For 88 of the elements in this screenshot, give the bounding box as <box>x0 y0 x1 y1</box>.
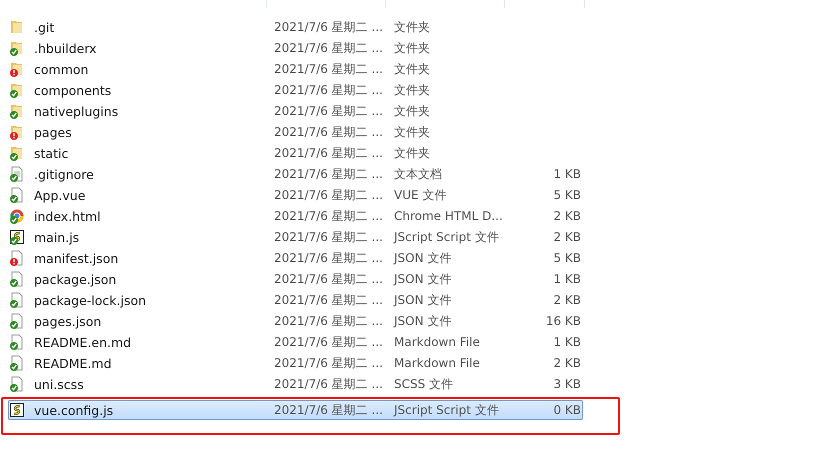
file-size: 2 KB <box>553 356 581 370</box>
file-size: 2 KB <box>553 230 581 244</box>
file-row[interactable]: nativeplugins 2021/7/6 星期二 ... 文件夹 <box>8 101 583 121</box>
file-row[interactable]: README.en.md 2021/7/6 星期二 ... Markdown File 1 KB <box>8 332 583 352</box>
file-name: components <box>34 82 112 98</box>
modified-date: 2021/7/6 星期二 ... <box>274 208 384 224</box>
modified-date: 2021/7/6 星期二 ... <box>274 402 384 418</box>
modified-date: 2021/7/6 星期二 ... <box>274 292 384 308</box>
file-type: Chrome HTML D... <box>394 209 504 223</box>
file-row[interactable]: .git 2021/7/6 星期二 ... 文件夹 <box>8 17 583 37</box>
file-row[interactable]: static 2021/7/6 星期二 ... 文件夹 <box>8 143 583 163</box>
file-size: 2 KB <box>553 293 581 307</box>
modified-date: 2021/7/6 星期二 ... <box>274 82 384 98</box>
file-size: 5 KB <box>553 251 581 265</box>
modified-date: 2021/7/6 星期二 ... <box>274 354 384 372</box>
file-type: 文件夹 <box>394 102 431 120</box>
file-name: manifest.json <box>34 250 120 266</box>
modified-date: 2021/7/6 星期二 ... <box>274 376 384 392</box>
file-row[interactable]: common 2021/7/6 星期二 ... 文件夹 <box>8 59 583 79</box>
modified-date: 2021/7/6 星期二 ... <box>274 228 384 246</box>
modified-date: 2021/7/6 星期二 ... <box>274 18 384 36</box>
file-row[interactable]: index.html 2021/7/6 星期二 ... Chrome HTML D... 2 KB <box>8 206 583 226</box>
file-type: 文件夹 <box>394 40 431 56</box>
file-size: 1 KB <box>553 335 581 349</box>
file-name: App.vue <box>34 188 86 202</box>
file-type: 文件夹 <box>394 82 431 98</box>
file-name: index.html <box>34 208 102 224</box>
file-type: 文件夹 <box>394 144 431 162</box>
file-name: README.md <box>34 356 113 370</box>
file-name: nativeplugins <box>34 104 120 118</box>
file-size: 2 KB <box>553 209 581 223</box>
file-row[interactable]: package.json 2021/7/6 星期二 ... JSON 文件 1 KB <box>8 269 583 289</box>
file-type: 文件夹 <box>394 60 431 78</box>
file-size: 3 KB <box>553 377 581 391</box>
file-name: .gitignore <box>34 166 95 182</box>
modified-date: 2021/7/6 星期二 ... <box>274 334 384 350</box>
file-name: pages <box>34 124 73 140</box>
file-name: package-lock.json <box>34 292 148 308</box>
modified-date: 2021/7/6 星期二 ... <box>274 124 384 140</box>
modified-date: 2021/7/6 星期二 ... <box>274 312 384 330</box>
file-row[interactable]: uni.scss 2021/7/6 星期二 ... SCSS 文件 3 KB <box>8 374 583 394</box>
file-type: 文本文档 <box>394 166 443 182</box>
file-type: JSON 文件 <box>394 250 452 266</box>
file-row[interactable]: package-lock.json 2021/7/6 星期二 ... JSON 文件 2 KB <box>8 290 583 310</box>
file-row[interactable]: App.vue 2021/7/6 星期二 ... VUE 文件 5 KB <box>8 185 583 205</box>
file-name: uni.scss <box>34 376 85 392</box>
file-type: VUE 文件 <box>394 186 448 204</box>
file-size: 1 KB <box>553 272 581 286</box>
file-type: JSON 文件 <box>394 312 452 330</box>
file-name: pages.json <box>34 314 102 328</box>
file-row[interactable]: pages.json 2021/7/6 星期二 ... JSON 文件 16 KB <box>8 311 583 331</box>
modified-date: 2021/7/6 星期二 ... <box>274 270 384 288</box>
file-row[interactable]: .hbuilderx 2021/7/6 星期二 ... 文件夹 <box>8 38 583 58</box>
file-row[interactable]: components 2021/7/6 星期二 ... 文件夹 <box>8 80 583 100</box>
file-type: SCSS 文件 <box>394 376 454 392</box>
file-row[interactable]: .gitignore 2021/7/6 星期二 ... 文本文档 1 KB <box>8 164 583 184</box>
modified-date: 2021/7/6 星期二 ... <box>274 40 384 56</box>
file-row[interactable]: README.md 2021/7/6 星期二 ... Markdown File 2 KB <box>8 353 583 373</box>
modified-date: 2021/7/6 星期二 ... <box>274 60 384 78</box>
modified-date: 2021/7/6 星期二 ... <box>274 250 384 266</box>
file-type: Markdown File <box>394 335 481 349</box>
file-type: 文件夹 <box>394 18 431 36</box>
modified-date: 2021/7/6 星期二 ... <box>274 144 384 162</box>
file-row[interactable]: main.js 2021/7/6 星期二 ... JScript Script 文件 2 KB <box>8 227 583 247</box>
file-name: .hbuilderx <box>34 40 98 56</box>
file-size: 5 KB <box>553 188 581 202</box>
file-name: .git <box>34 20 56 34</box>
file-type: JSON 文件 <box>394 292 452 308</box>
file-type: JSON 文件 <box>394 270 452 288</box>
file-size: 0 KB <box>553 403 581 417</box>
file-type: Markdown File <box>394 356 481 370</box>
file-name: static <box>34 146 70 160</box>
file-type: JScript Script 文件 <box>394 402 500 418</box>
file-name: vue.config.js <box>34 402 114 418</box>
file-row[interactable]: pages 2021/7/6 星期二 ... 文件夹 <box>8 122 583 142</box>
file-row[interactable]: vue.config.js 2021/7/6 星期二 ... JScript Script 文件 0 KB <box>8 400 583 420</box>
file-name: common <box>34 62 90 76</box>
file-size: 16 KB <box>546 314 581 328</box>
file-type: JScript Script 文件 <box>394 228 500 246</box>
file-name: package.json <box>34 272 118 286</box>
file-size: 1 KB <box>553 167 581 181</box>
file-name: main.js <box>34 230 80 244</box>
file-type: 文件夹 <box>394 124 431 140</box>
modified-date: 2021/7/6 星期二 ... <box>274 166 384 182</box>
file-row[interactable]: manifest.json 2021/7/6 星期二 ... JSON 文件 5 KB <box>8 248 583 268</box>
modified-date: 2021/7/6 星期二 ... <box>274 186 384 204</box>
modified-date: 2021/7/6 星期二 ... <box>274 102 384 120</box>
file-name: README.en.md <box>34 334 132 350</box>
